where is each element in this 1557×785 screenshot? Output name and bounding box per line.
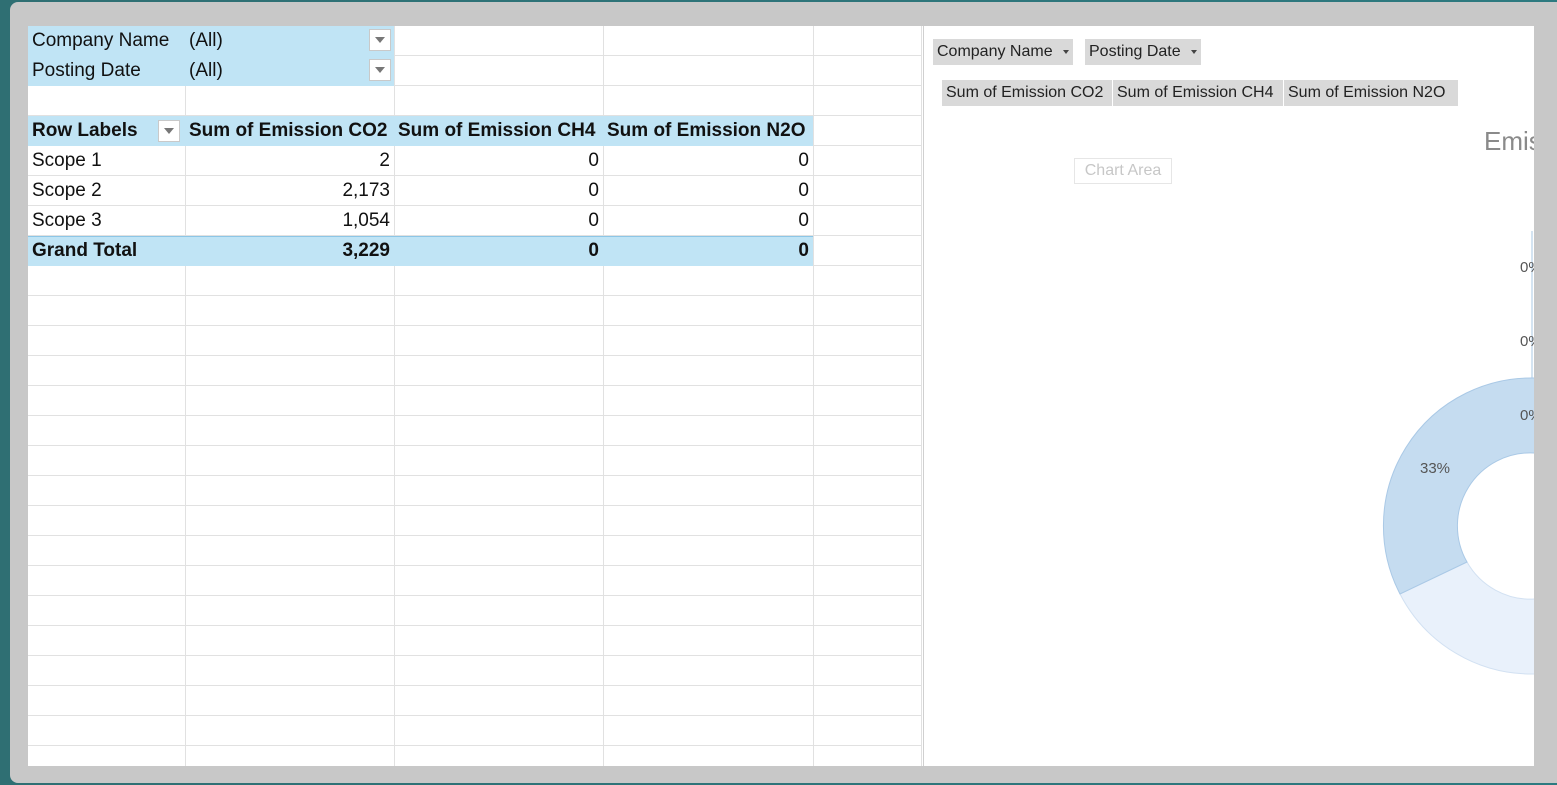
- grand-total-ch4[interactable]: 0: [394, 236, 603, 266]
- grid-line: [28, 415, 921, 416]
- pivot-cell-ch4[interactable]: 0: [394, 146, 603, 176]
- grid-line: [28, 385, 921, 386]
- grid-line: [28, 535, 921, 536]
- pivot-row-label[interactable]: Scope 3: [28, 206, 185, 236]
- data-label[interactable]: 33%: [1420, 460, 1450, 477]
- grand-total-co2[interactable]: 3,229: [185, 236, 394, 266]
- pivot-cell-n2o[interactable]: 0: [603, 206, 813, 236]
- donut-chart[interactable]: [1382, 231, 1534, 675]
- data-label[interactable]: 0%: [1520, 333, 1534, 350]
- chevron-down-icon: [164, 128, 174, 134]
- grid-line: [28, 715, 921, 716]
- pivot-cell-co2[interactable]: 2: [185, 146, 394, 176]
- pivot-cell-co2[interactable]: 1,054: [185, 206, 394, 236]
- pivot-cell-ch4[interactable]: 0: [394, 206, 603, 236]
- pivot-cell-n2o[interactable]: 0: [603, 176, 813, 206]
- pivot-cell-co2[interactable]: 2,173: [185, 176, 394, 206]
- grid-line: [28, 295, 921, 296]
- pivot-header-n2o[interactable]: Sum of Emission N2O: [603, 116, 813, 146]
- donut-chart-svg: [1382, 231, 1534, 675]
- grid-line: [28, 325, 921, 326]
- filter-company-value: (All): [189, 30, 223, 51]
- pivot-header-co2[interactable]: Sum of Emission CO2: [185, 116, 394, 146]
- donut-slice-main[interactable]: [1382, 377, 1534, 595]
- filter-company-label: Company Name: [32, 30, 170, 51]
- row-labels-dropdown[interactable]: [158, 120, 180, 142]
- grid-line: [28, 595, 921, 596]
- grand-total-n2o[interactable]: 0: [603, 236, 813, 266]
- worksheet[interactable]: Company Name (All) Posting Date (All) Ro…: [28, 26, 1534, 766]
- pivot-chart[interactable]: Company Name Posting Date Sum of Emissio…: [923, 26, 1534, 766]
- pivot-cell-ch4[interactable]: 0: [394, 176, 603, 206]
- filter-date-dropdown[interactable]: [369, 59, 391, 81]
- pivot-row-label[interactable]: Scope 1: [28, 146, 185, 176]
- grid-line: [28, 655, 921, 656]
- filter-date-label: Posting Date: [32, 60, 141, 81]
- grid-line: [28, 355, 921, 356]
- grid-line: [28, 475, 921, 476]
- chevron-down-icon: [375, 67, 385, 73]
- data-label[interactable]: 0%: [1520, 407, 1534, 424]
- data-label[interactable]: 0%: [1520, 259, 1534, 276]
- grid-line: [28, 685, 921, 686]
- grid-line: [28, 445, 921, 446]
- grid-line: [28, 625, 921, 626]
- filter-date-value: (All): [189, 60, 223, 81]
- grid-line: [28, 505, 921, 506]
- grid-line: [28, 565, 921, 566]
- pivot-row-label[interactable]: Scope 2: [28, 176, 185, 206]
- grid-line: [921, 26, 922, 766]
- pivot-header-ch4[interactable]: Sum of Emission CH4: [394, 116, 603, 146]
- chevron-down-icon: [375, 37, 385, 43]
- filter-company-dropdown[interactable]: [369, 29, 391, 51]
- grid-line: [28, 745, 921, 746]
- grand-total-label[interactable]: Grand Total: [28, 236, 185, 266]
- pivot-cell-n2o[interactable]: 0: [603, 146, 813, 176]
